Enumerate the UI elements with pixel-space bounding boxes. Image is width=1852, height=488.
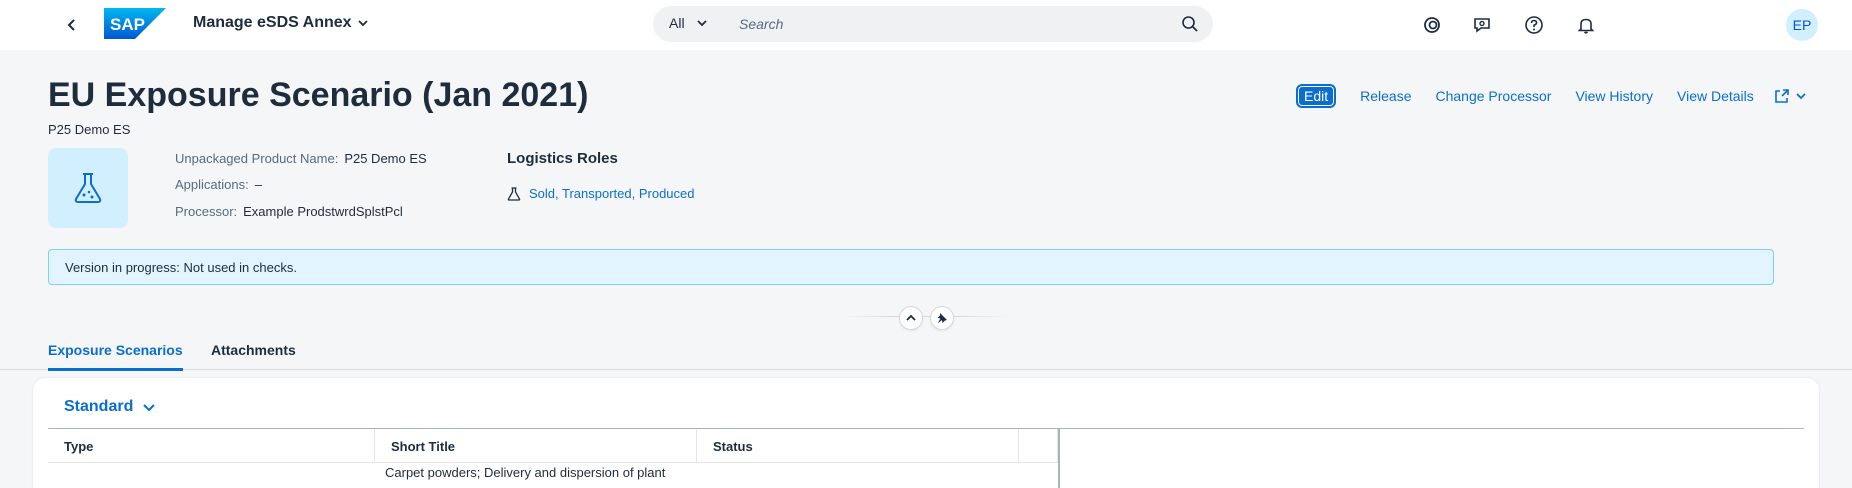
view-details-button[interactable]: View Details	[1665, 84, 1766, 108]
attr-value: Example ProdstwrdSplstPcl	[243, 204, 403, 219]
chevron-down-icon	[143, 404, 156, 412]
tab-exposure-scenarios[interactable]: Exposure Scenarios	[48, 342, 183, 371]
search-scope-select[interactable]: All	[669, 15, 707, 31]
chevron-up-icon	[906, 314, 916, 321]
product-image	[48, 148, 128, 228]
column-header-short-title[interactable]: Short Title	[375, 429, 697, 463]
logistics-roles-link[interactable]: Sold, Transported, Produced	[507, 186, 695, 201]
shell-bar: SAP Manage eSDS Annex All EP	[0, 0, 1852, 50]
back-button[interactable]	[60, 13, 84, 37]
help-icon[interactable]	[1522, 13, 1546, 37]
split-divider[interactable]	[1058, 429, 1060, 488]
table-row-short-title[interactable]: Carpet powders; Delivery and dispersion …	[385, 464, 685, 481]
attr-label: Processor:	[175, 204, 238, 219]
pin-header-button[interactable]	[930, 306, 954, 330]
variant-label: Standard	[64, 398, 134, 415]
attr-unpackaged-product: Unpackaged Product Name: P25 Demo ES	[175, 151, 427, 166]
attr-processor: Processor: Example ProdstwrdSplstPcl	[175, 204, 403, 219]
page-title: EU Exposure Scenario (Jan 2021)	[48, 76, 589, 114]
notifications-bell-icon[interactable]	[1574, 13, 1598, 37]
flask-icon	[507, 186, 521, 201]
app-title-menu[interactable]: Manage eSDS Annex	[193, 14, 368, 32]
header-divider	[844, 316, 1008, 317]
joule-icon[interactable]	[1420, 13, 1444, 37]
header-action-bar: Edit Release Change Processor View Histo…	[1296, 84, 1814, 108]
page-subtitle: P25 Demo ES	[48, 122, 131, 137]
column-header-status[interactable]: Status	[697, 429, 1019, 463]
column-header-spacer	[1019, 429, 1058, 463]
pin-icon	[937, 313, 947, 324]
logistics-roles-title: Logistics Roles	[507, 150, 618, 167]
view-history-button[interactable]: View History	[1563, 84, 1665, 108]
tab-bar: Exposure Scenarios Attachments	[0, 336, 1852, 371]
sap-logo[interactable]: SAP	[104, 8, 166, 39]
collapse-header-button[interactable]	[899, 306, 923, 330]
chevron-left-icon	[67, 19, 75, 31]
chevron-down-icon	[1796, 93, 1806, 100]
search-field: All	[653, 6, 1213, 42]
chevron-down-icon	[696, 20, 707, 27]
search-input[interactable]	[739, 6, 1159, 42]
search-icon[interactable]	[1181, 15, 1199, 33]
edit-button[interactable]: Edit	[1296, 84, 1337, 108]
attr-label: Applications:	[175, 177, 249, 192]
user-avatar[interactable]: EP	[1786, 9, 1818, 41]
feedback-icon[interactable]	[1470, 13, 1494, 37]
logistics-roles-value: Sold, Transported, Produced	[529, 186, 695, 201]
release-button[interactable]: Release	[1348, 84, 1423, 108]
app-title: Manage eSDS Annex	[193, 14, 352, 31]
search-scope-label: All	[669, 15, 685, 31]
attr-value: –	[254, 177, 262, 192]
change-processor-button[interactable]: Change Processor	[1424, 84, 1564, 108]
attr-applications: Applications: –	[175, 177, 262, 192]
column-header-type[interactable]: Type	[48, 429, 375, 463]
tab-attachments[interactable]: Attachments	[211, 342, 296, 368]
attr-label: Unpackaged Product Name:	[175, 151, 339, 166]
share-icon	[1774, 89, 1789, 103]
share-menu-button[interactable]	[1766, 84, 1814, 108]
info-message-strip: Version in progress: Not used in checks.	[48, 249, 1774, 285]
flask-icon	[74, 173, 102, 203]
attr-value: P25 Demo ES	[344, 151, 427, 166]
svg-text:SAP: SAP	[110, 15, 145, 34]
chevron-down-icon	[357, 20, 368, 27]
variant-management[interactable]: Standard	[64, 398, 156, 416]
